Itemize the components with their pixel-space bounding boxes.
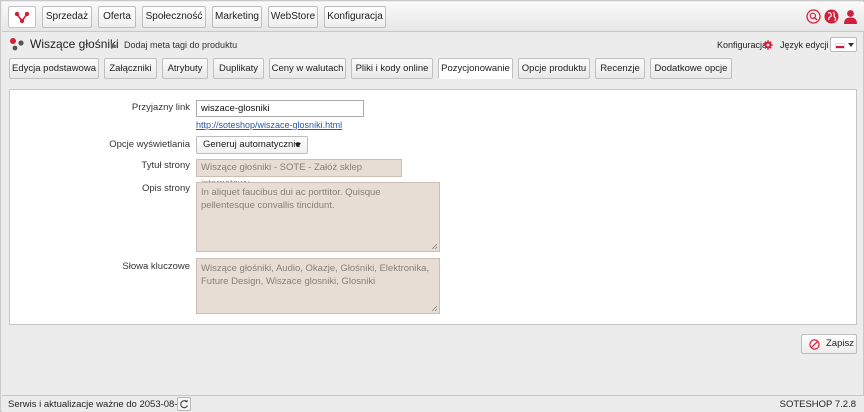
display-options-value: Generuj automatycznie: [203, 139, 301, 150]
refresh-icon: [180, 399, 189, 409]
friendly-link-input[interactable]: wiszace-glosniki: [196, 100, 364, 117]
nav-marketing[interactable]: Marketing: [212, 6, 262, 28]
version-label: SOTESHOP 7.2.8: [779, 399, 856, 410]
display-options-label: Opcje wyświetlania: [109, 139, 190, 150]
language-select[interactable]: [830, 37, 857, 52]
language-label: Język edycji: [780, 40, 829, 50]
logo-button[interactable]: [8, 6, 36, 28]
logo-icon: [14, 11, 30, 24]
breadcrumb-arrow-icon: ▶: [111, 41, 118, 50]
friendly-link-url[interactable]: http://soteshop/wiszace-glosniki.html: [196, 120, 342, 130]
status-bar: Serwis i aktualizacje ważne do 2053-08-2…: [2, 395, 864, 412]
page-description-textarea[interactable]: In aliquet faucibus dui ac porttitor. Qu…: [196, 182, 440, 252]
user-icon[interactable]: [843, 9, 858, 24]
service-validity-text: Serwis i aktualizacje ważne do 2053-08-2…: [8, 399, 189, 410]
refresh-button[interactable]: [177, 397, 191, 411]
page-description-label: Opis strony: [141, 183, 190, 194]
nav-oferta[interactable]: Oferta: [98, 6, 136, 28]
resize-grip-icon[interactable]: [431, 305, 438, 312]
tab-duplikaty[interactable]: Duplikaty: [213, 58, 264, 79]
config-link[interactable]: Konfiguracja: [717, 40, 767, 50]
nav-konfiguracja[interactable]: Konfiguracja: [324, 6, 386, 28]
page-title-label: Tytuł strony: [141, 160, 190, 171]
nav-sprzedaz[interactable]: Sprzedaż: [42, 6, 92, 28]
save-icon: [809, 339, 820, 350]
chevron-down-icon: [295, 143, 301, 147]
tab-atrybuty[interactable]: Atrybuty: [162, 58, 208, 79]
top-navigation: Sprzedaż Oferta Społeczność Marketing We…: [2, 2, 864, 32]
tab-pliki-i-kody[interactable]: Pliki i kody online: [351, 58, 433, 79]
tab-dodatkowe-opcje[interactable]: Dodatkowe opcje: [650, 58, 732, 79]
keywords-label: Słowa kluczowe: [122, 261, 190, 272]
nav-webstore[interactable]: WebStore: [268, 6, 318, 28]
friendly-link-label: Przyjazny link: [131, 102, 190, 113]
resize-grip-icon[interactable]: [431, 243, 438, 250]
globe-icon[interactable]: [824, 9, 839, 24]
breadcrumb: Dodaj meta tagi do produktu: [124, 40, 238, 50]
keywords-text: Wiszące głośniki, Audio, Okazje, Głośnik…: [201, 263, 430, 287]
chevron-down-icon: [848, 43, 854, 47]
keywords-textarea[interactable]: Wiszące głośniki, Audio, Okazje, Głośnik…: [196, 258, 440, 314]
tab-zalaczniki[interactable]: Załączniki: [104, 58, 157, 79]
seo-form-panel: Przyjazny link wiszace-glosniki http://s…: [9, 89, 857, 325]
page-description-text: In aliquet faucibus dui ac porttitor. Qu…: [201, 187, 381, 211]
save-button-label: Zapisz: [826, 338, 854, 349]
tab-recenzje[interactable]: Recenzje: [595, 58, 645, 79]
display-options-select[interactable]: Generuj automatycznie: [196, 136, 308, 154]
product-icon: [10, 38, 24, 51]
flag-pl-icon: [835, 43, 845, 49]
nav-spolecznosc[interactable]: Społeczność: [142, 6, 206, 28]
save-button[interactable]: Zapisz: [801, 334, 857, 354]
tab-pozycjonowanie[interactable]: Pozycjonowanie: [438, 58, 513, 79]
page-title-input[interactable]: Wiszące głośniki - SOTE - Załóż sklep in…: [196, 159, 402, 189]
page-title: Wiszące głośniki: [30, 37, 119, 51]
tab-ceny-w-walutach[interactable]: Ceny w walutach: [269, 58, 346, 79]
tab-edycja-podstawowa[interactable]: Edycja podstawowa: [9, 58, 99, 79]
tab-opcje-produktu[interactable]: Opcje produktu: [518, 58, 590, 79]
gear-icon[interactable]: [763, 40, 773, 50]
app-window: Sprzedaż Oferta Społeczność Marketing We…: [0, 0, 864, 412]
search-icon[interactable]: [806, 9, 821, 24]
